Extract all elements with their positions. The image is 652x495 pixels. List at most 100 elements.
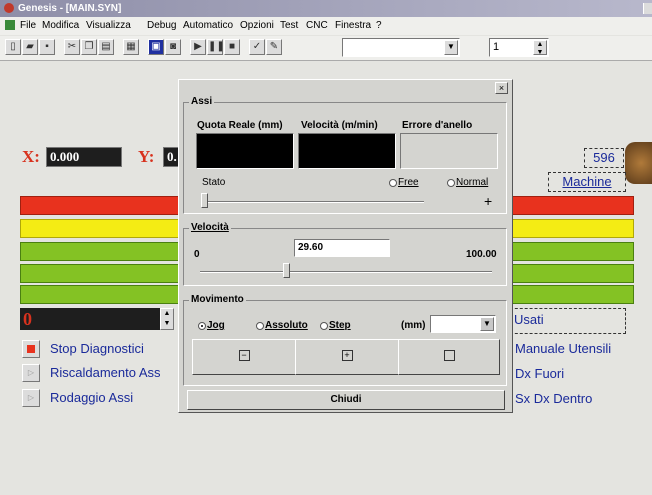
stop-diagnostici-label: Stop Diagnostici xyxy=(50,341,144,356)
menu-bar: File Modifica Visualizza Debug Automatic… xyxy=(0,17,652,35)
square-icon xyxy=(443,350,455,361)
movimento-group-label: Movimento xyxy=(189,294,246,305)
velocita-group-label: Velocità xyxy=(189,222,231,233)
title-bar: Genesis - [MAIN.SYN] xyxy=(0,0,652,17)
dx-fuori-label[interactable]: Dx Fuori xyxy=(515,366,564,381)
velocita-display xyxy=(298,133,396,169)
menu-help[interactable]: ? xyxy=(376,20,382,31)
cut-icon[interactable]: ✂ xyxy=(64,39,80,55)
unit-combo[interactable]: ▼ xyxy=(430,315,496,333)
monitor-icon[interactable]: ▣ xyxy=(148,39,164,55)
chiudi-label: Chiudi xyxy=(330,394,362,405)
menu-test[interactable]: Test xyxy=(280,20,298,31)
doc-icon xyxy=(5,20,15,30)
chevron-down-icon[interactable]: ▼ xyxy=(480,317,494,331)
window-title: Genesis - [MAIN.SYN] xyxy=(18,3,122,14)
radio-step-label[interactable]: Step xyxy=(329,320,351,331)
quota-reale-display xyxy=(196,133,294,169)
velocita-input[interactable]: 29.60 xyxy=(294,239,390,257)
copy-icon[interactable]: ❐ xyxy=(81,39,97,55)
radio-step[interactable] xyxy=(320,322,328,330)
errore-anello-label: Errore d'anello xyxy=(402,120,473,131)
toolbar-combo[interactable]: ▼ xyxy=(342,38,460,57)
menu-opzioni[interactable]: Opzioni xyxy=(240,20,274,31)
stop-icon[interactable]: ■ xyxy=(224,39,240,55)
radio-assoluto-label[interactable]: Assoluto xyxy=(265,320,308,331)
machine-link-text: Machine xyxy=(562,174,612,189)
velocita-slider-thumb[interactable] xyxy=(283,263,291,278)
machine-link[interactable]: Machine xyxy=(548,172,626,192)
app-icon xyxy=(4,3,14,13)
menu-modifica[interactable]: Modifica xyxy=(42,20,79,31)
print-icon[interactable]: ▦ xyxy=(123,39,139,55)
radio-free[interactable] xyxy=(389,179,397,187)
menu-visualizza[interactable]: Visualizza xyxy=(86,20,131,31)
play-small-icon[interactable]: ▷ xyxy=(22,364,40,382)
axes-dialog: × Assi Quota Reale (mm) Velocità (m/min)… xyxy=(178,79,513,413)
plus-icon[interactable]: + xyxy=(484,193,492,209)
usati-box[interactable]: Usati xyxy=(505,308,626,334)
menu-automatico[interactable]: Automatico xyxy=(183,20,233,31)
chevron-down-icon[interactable]: ▼ xyxy=(444,40,458,55)
velocita-col-label: Velocità (m/min) xyxy=(301,120,378,131)
menu-file[interactable]: File xyxy=(20,20,36,31)
radio-normal-label[interactable]: Normal xyxy=(456,177,488,188)
velocita-group: Velocità 0 100.00 29.60 xyxy=(183,222,507,286)
errore-anello-display xyxy=(400,133,498,169)
plus-button[interactable]: + xyxy=(295,339,399,375)
play-icon[interactable]: ▶ xyxy=(190,39,206,55)
assi-group: Assi Quota Reale (mm) Velocità (m/min) E… xyxy=(183,96,507,214)
square-button[interactable] xyxy=(398,339,500,375)
x-value-display: 0.000 xyxy=(46,147,122,167)
check-icon[interactable]: ✓ xyxy=(249,39,265,55)
radio-assoluto[interactable] xyxy=(256,322,264,330)
counter-value: 0 xyxy=(23,309,32,329)
assi-slider-thumb[interactable] xyxy=(201,193,208,208)
velocita-max-label: 100.00 xyxy=(466,249,497,260)
radio-jog[interactable] xyxy=(198,322,206,330)
machine-logo-icon xyxy=(625,142,652,184)
assi-slider-track xyxy=(204,201,424,203)
open-folder-icon[interactable]: ▰ xyxy=(22,39,38,55)
menu-cnc[interactable]: CNC xyxy=(306,20,328,31)
assi-group-label: Assi xyxy=(189,96,215,107)
stop-button-icon[interactable] xyxy=(22,340,40,358)
play-small-icon[interactable]: ▷ xyxy=(22,389,40,407)
pause-icon[interactable]: ❚❚ xyxy=(207,39,225,55)
manuale-utensili-label[interactable]: Manuale Utensili xyxy=(515,341,611,356)
usati-label: Usati xyxy=(514,312,544,327)
sx-dx-dentro-label[interactable]: Sx Dx Dentro xyxy=(515,391,592,406)
menu-debug[interactable]: Debug xyxy=(147,20,176,31)
toolbar: ▯ ▰ ▪ ✂ ❐ ▤ ▦ ▣ ◙ ▶ ❚❚ ■ ✓ ✎ ▼ 1 ▲ ▼ xyxy=(0,36,652,61)
riscaldamento-label: Riscaldamento Ass xyxy=(50,365,161,380)
tool-icon[interactable]: ✎ xyxy=(266,39,282,55)
counter-display: 0 xyxy=(20,308,160,330)
movimento-group: Movimento Jog Assoluto Step (mm) ▼ − + xyxy=(183,294,507,386)
x-label: X: xyxy=(22,147,40,166)
stato-label: Stato xyxy=(202,177,226,188)
spin-arrows-icon[interactable]: ▲ ▼ xyxy=(533,40,547,56)
close-icon[interactable]: × xyxy=(495,82,508,94)
dialog-title-bar: × xyxy=(179,80,512,96)
unit-label: (mm) xyxy=(401,320,426,331)
menu-finestra[interactable]: Finestra xyxy=(335,20,371,31)
radio-free-label[interactable]: Free xyxy=(398,177,419,188)
rodaggio-label: Rodaggio Assi xyxy=(50,390,134,405)
counter-spinner[interactable]: ▲ ▼ xyxy=(160,308,174,330)
camera-icon[interactable]: ◙ xyxy=(165,39,181,55)
radio-normal[interactable] xyxy=(447,179,455,187)
velocita-min-label: 0 xyxy=(194,249,200,260)
save-icon[interactable]: ▪ xyxy=(39,39,55,55)
radio-jog-label[interactable]: Jog xyxy=(207,320,225,331)
y-label: Y: xyxy=(138,147,155,166)
minus-button[interactable]: − xyxy=(192,339,296,375)
plus-box-icon: + xyxy=(341,350,353,361)
velocita-slider-track xyxy=(200,271,492,273)
spin-box[interactable]: 1 ▲ ▼ xyxy=(489,38,549,57)
window-restore-button[interactable] xyxy=(643,3,652,14)
velocita-input-value: 29.60 xyxy=(298,242,324,253)
paste-icon[interactable]: ▤ xyxy=(98,39,114,55)
minus-icon: − xyxy=(238,350,250,361)
new-file-icon[interactable]: ▯ xyxy=(5,39,21,55)
chiudi-button[interactable]: Chiudi xyxy=(187,390,505,410)
